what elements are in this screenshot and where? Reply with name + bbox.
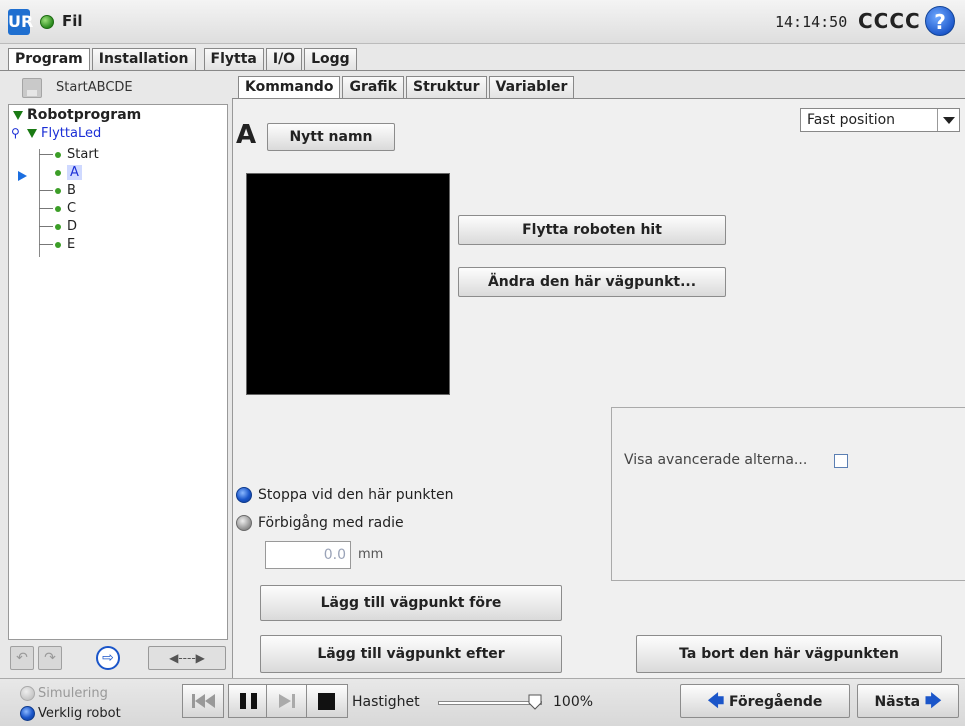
sub-tabs: Kommando Grafik Struktur Variabler (238, 76, 576, 98)
advanced-options-checkbox[interactable] (834, 454, 848, 468)
remove-waypoint-button[interactable]: Ta bort den här vägpunkten (636, 635, 942, 673)
next-button[interactable]: Nästa 🡆 (857, 684, 959, 718)
tree-waypoint-b[interactable]: B (39, 182, 76, 199)
edit-waypoint-button[interactable]: Ändra den här vägpunkt... (458, 267, 726, 297)
add-waypoint-before-button[interactable]: Lägg till vägpunkt före (260, 585, 562, 621)
clock: 14:14:50 (775, 13, 848, 31)
goto-icon[interactable]: ⇨ (96, 646, 120, 670)
pause-icon (240, 693, 257, 709)
radio-selected-icon (236, 487, 252, 503)
tab-command[interactable]: Kommando (238, 76, 341, 98)
waypoint-dot-icon (55, 187, 61, 194)
step-forward-icon (279, 694, 295, 708)
speed-slider-track[interactable] (438, 701, 542, 705)
waypoint-preview (246, 173, 450, 395)
radio-selected-icon (20, 706, 35, 721)
tabs-divider (0, 70, 965, 71)
save-icon[interactable] (22, 78, 42, 98)
radius-unit: mm (358, 547, 384, 562)
speed-value: 100% (553, 694, 594, 710)
tab-structure[interactable]: Struktur (405, 76, 487, 98)
position-type-select[interactable]: Fast position (800, 108, 960, 132)
radio-unselected-icon (20, 686, 35, 701)
speed-slider-handle[interactable] (528, 694, 542, 710)
stop-icon (318, 693, 335, 710)
title-bar: UR Fil 14:14:50 CCCC ? (0, 0, 965, 44)
advanced-options-label: Visa avancerade alterna... (624, 452, 808, 468)
simulation-mode-option[interactable]: Simulering (20, 686, 108, 701)
real-robot-mode-option[interactable]: Verklig robot (20, 706, 121, 721)
pause-button[interactable] (228, 684, 270, 718)
file-menu[interactable]: Fil (62, 12, 83, 30)
advanced-options-panel: Visa avancerade alterna... (611, 407, 965, 581)
selection-arrow-icon (18, 171, 27, 181)
waypoint-dot-icon (55, 241, 61, 248)
stop-at-point-option[interactable]: Stoppa vid den här punkten (236, 487, 453, 503)
waypoint-name: A (236, 120, 257, 150)
speed-label: Hastighet (352, 694, 420, 710)
position-type-value: Fast position (807, 112, 896, 128)
main-tabs: Program Installation Flytta I/O Logg (8, 48, 359, 70)
step-button[interactable] (266, 684, 308, 718)
tree-connector-icon: ⚲ (11, 126, 20, 140)
waypoint-dot-icon (55, 223, 61, 230)
program-name: StartABCDE (56, 80, 133, 95)
undo-icon[interactable]: ↶ (10, 646, 34, 670)
tree-move-node[interactable]: FlyttaLed (27, 125, 101, 142)
arrow-right-icon: 🡆 (924, 691, 942, 710)
tree-waypoint-e[interactable]: E (39, 236, 75, 253)
expand-triangle-icon (13, 110, 23, 120)
previous-button[interactable]: 🡄 Föregående (680, 684, 850, 718)
skip-to-start-button[interactable] (182, 684, 224, 718)
tree-move-label: FlyttaLed (41, 126, 102, 141)
tab-variables[interactable]: Variabler (488, 76, 575, 98)
expand-triangle-icon (27, 129, 37, 138)
tab-io[interactable]: I/O (265, 48, 303, 70)
ur-logo: UR (8, 9, 33, 35)
tab-installation[interactable]: Installation (91, 48, 196, 70)
radio-unselected-icon (236, 515, 252, 531)
tree-waypoint-start[interactable]: Start (39, 146, 99, 163)
tree-root-label: Robotprogram (27, 107, 142, 123)
program-tree: Robotprogram ⚲ FlyttaLed Start A B C D E (8, 104, 228, 640)
tab-move[interactable]: Flytta (203, 48, 264, 70)
tab-log[interactable]: Logg (304, 48, 357, 70)
program-header: StartABCDE (8, 76, 228, 100)
arrow-left-icon: 🡄 (707, 691, 725, 710)
status-indicator-icon (40, 15, 54, 29)
rename-button[interactable]: Nytt namn (267, 123, 395, 151)
chevron-down-icon (937, 109, 959, 131)
tree-waypoint-c[interactable]: C (39, 200, 76, 217)
tree-toolbar: ↶ ↷ ⇨ ◀----▶ (8, 644, 228, 674)
stop-button[interactable] (306, 684, 348, 718)
tab-graphics[interactable]: Grafik (342, 76, 404, 98)
move-node-button[interactable]: ◀----▶ (148, 646, 226, 670)
robot-name: CCCC (858, 9, 921, 33)
waypoint-dot-icon (55, 205, 61, 212)
tab-program[interactable]: Program (8, 48, 90, 70)
move-robot-here-button[interactable]: Flytta roboten hit (458, 215, 726, 245)
skip-back-icon (192, 694, 215, 708)
blend-radius-option[interactable]: Förbigång med radie (236, 515, 404, 531)
redo-icon[interactable]: ↷ (38, 646, 62, 670)
tree-root[interactable]: Robotprogram (13, 107, 141, 124)
blend-radius-input[interactable]: 0.0 (265, 541, 351, 569)
waypoint-dot-icon (55, 169, 61, 176)
add-waypoint-after-button[interactable]: Lägg till vägpunkt efter (260, 635, 562, 673)
help-icon[interactable]: ? (925, 6, 955, 36)
tree-waypoint-a[interactable]: A (39, 164, 82, 181)
tree-waypoint-d[interactable]: D (39, 218, 77, 235)
waypoint-dot-icon (55, 151, 61, 158)
